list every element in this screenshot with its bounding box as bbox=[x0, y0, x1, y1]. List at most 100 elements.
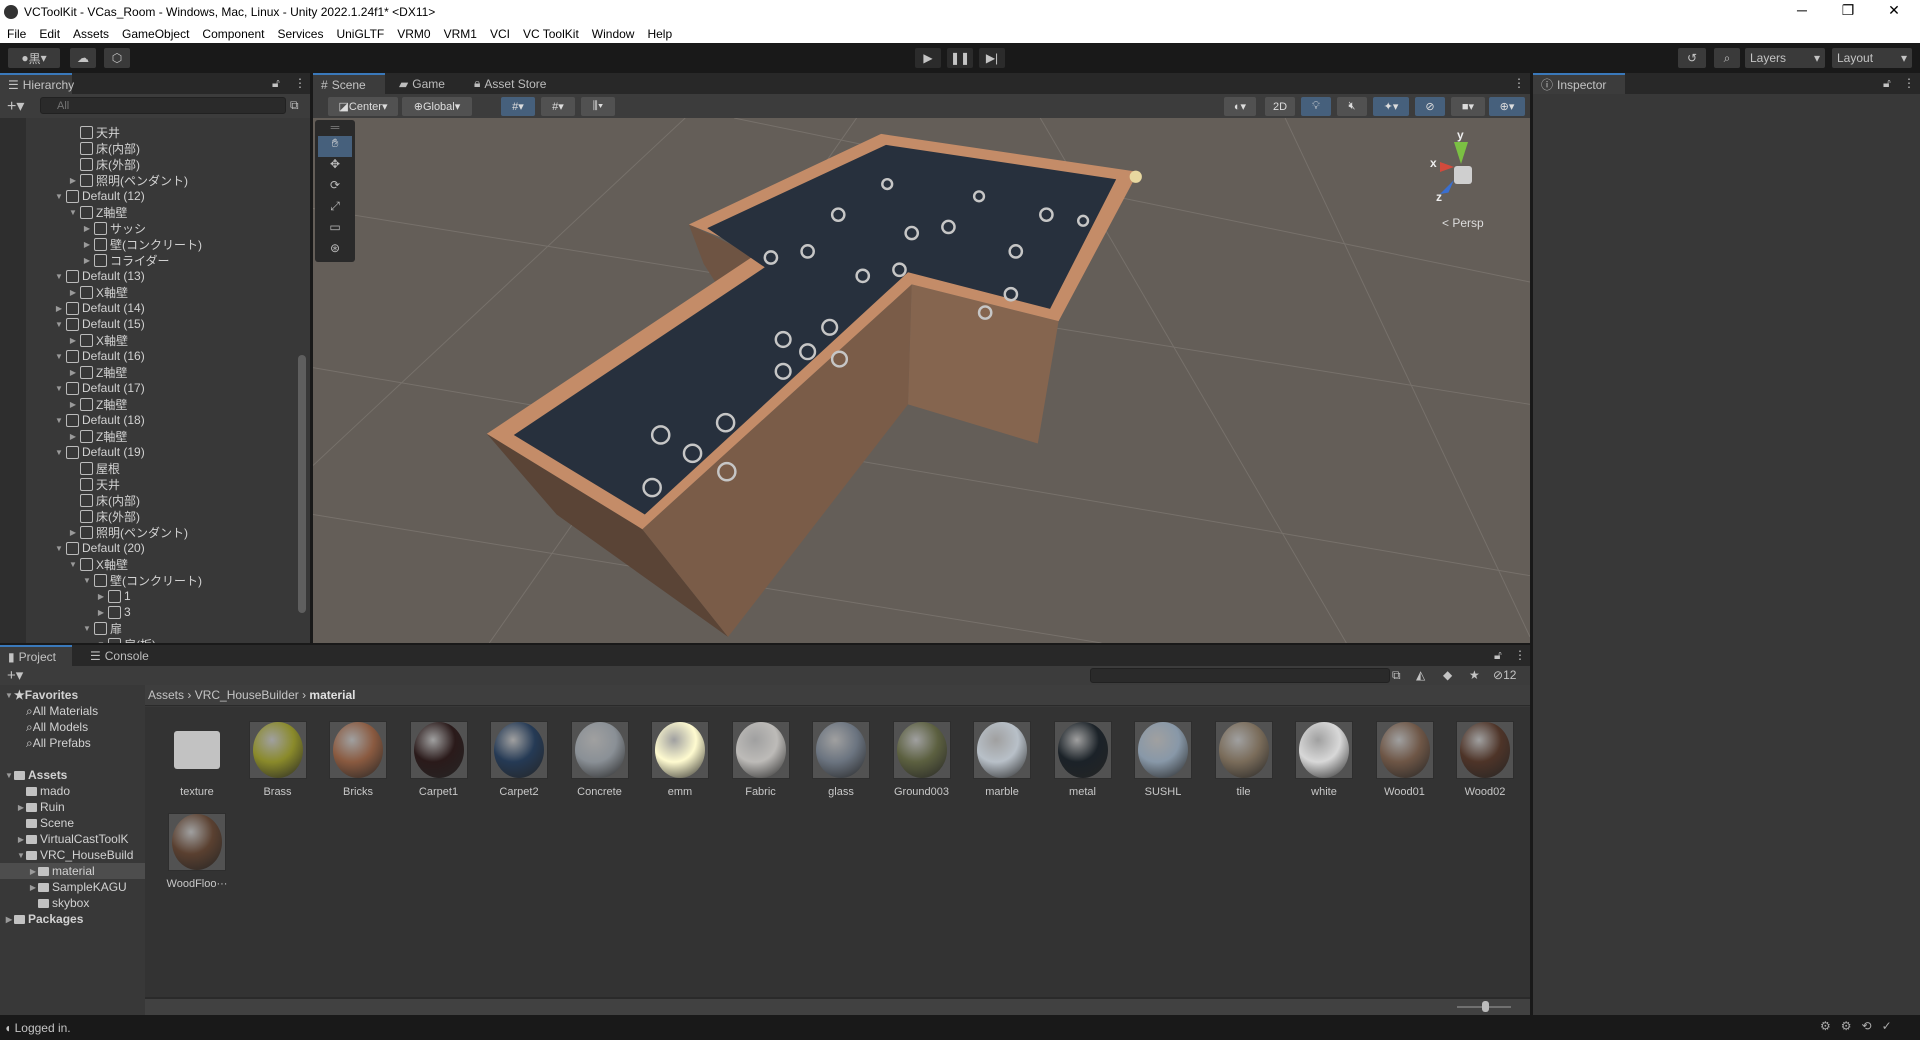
menu-services[interactable]: Services bbox=[277, 27, 323, 41]
effects-toggle-icon[interactable]: ✦▾ bbox=[1373, 97, 1409, 116]
more-icon[interactable]: ⋮ bbox=[1903, 76, 1915, 90]
tree-arrow-icon[interactable]: ▶ bbox=[16, 835, 26, 844]
search-icon[interactable]: ⌕ bbox=[1714, 48, 1740, 68]
hierarchy-item[interactable]: 床(外部) bbox=[68, 508, 140, 524]
project-search-input[interactable] bbox=[1090, 668, 1390, 683]
tab-asset-store[interactable]: 🔒︎ Asset Store bbox=[466, 73, 554, 94]
hidden-packages-toggle[interactable]: ⊘12 bbox=[1493, 668, 1516, 682]
hierarchy-item[interactable]: ▶ Z軸壁 bbox=[68, 364, 127, 380]
collapse-arrow-icon[interactable]: ▶ bbox=[68, 400, 78, 409]
hierarchy-item[interactable]: ▼ 扉 bbox=[82, 620, 122, 636]
hierarchy-item[interactable]: ▼ Default (13) bbox=[54, 268, 145, 284]
expand-arrow-icon[interactable]: ▼ bbox=[68, 208, 78, 217]
hierarchy-item[interactable]: ▶ X軸壁 bbox=[68, 332, 128, 348]
expand-arrow-icon[interactable]: ▼ bbox=[54, 544, 64, 553]
collapse-arrow-icon[interactable]: ▶ bbox=[96, 608, 106, 617]
collapse-arrow-icon[interactable]: ▶ bbox=[82, 224, 92, 233]
account-dropdown[interactable]: ● 黒 ▾ bbox=[8, 48, 60, 68]
create-button[interactable]: +▾ bbox=[7, 666, 23, 684]
hierarchy-item[interactable]: ▼ Default (17) bbox=[54, 380, 145, 396]
restore-button[interactable]: ❐ bbox=[1828, 2, 1868, 19]
menu-help[interactable]: Help bbox=[647, 27, 672, 41]
asset-item[interactable]: Fabric bbox=[721, 721, 801, 798]
play-button[interactable]: ▶ bbox=[915, 48, 941, 68]
asset-item[interactable]: tile bbox=[1204, 721, 1284, 798]
tab-game[interactable]: ▰ Game bbox=[391, 73, 453, 94]
collapse-arrow-icon[interactable]: ▶ bbox=[82, 240, 92, 249]
menu-component[interactable]: Component bbox=[202, 27, 264, 41]
status-icons[interactable]: ⚙⚙⟲✓ bbox=[1820, 1019, 1902, 1033]
project-tree-item[interactable]: Scene bbox=[0, 815, 145, 831]
pause-button[interactable]: ❚❚ bbox=[947, 48, 973, 68]
hierarchy-item[interactable]: ▼ 壁(コンクリート) bbox=[82, 572, 202, 588]
menu-assets[interactable]: Assets bbox=[73, 27, 109, 41]
hierarchy-search-input[interactable] bbox=[40, 97, 286, 114]
menu-gameobject[interactable]: GameObject bbox=[122, 27, 189, 41]
close-button[interactable]: ✕ bbox=[1874, 2, 1914, 19]
asset-item[interactable]: Carpet2 bbox=[479, 721, 559, 798]
asset-item[interactable]: Bricks bbox=[318, 721, 398, 798]
asset-item[interactable]: marble bbox=[962, 721, 1042, 798]
hierarchy-item[interactable]: ▼ X軸壁 bbox=[68, 556, 128, 572]
hierarchy-item[interactable]: ▶ 1 bbox=[96, 588, 131, 604]
tree-arrow-icon[interactable]: ▶ bbox=[16, 803, 26, 812]
menu-file[interactable]: File bbox=[7, 27, 26, 41]
projection-label[interactable]: < Persp bbox=[1442, 216, 1484, 230]
expand-arrow-icon[interactable]: ▼ bbox=[54, 352, 64, 361]
transform-tool-icon[interactable]: ⊛ bbox=[315, 241, 355, 262]
asset-item[interactable]: glass bbox=[801, 721, 881, 798]
breadcrumb-material[interactable]: material bbox=[309, 688, 355, 702]
collab-icon[interactable]: ⬡ bbox=[104, 48, 130, 68]
collapse-arrow-icon[interactable]: ▶ bbox=[68, 288, 78, 297]
collapse-arrow-icon[interactable]: ▶ bbox=[68, 176, 78, 185]
audio-toggle-icon[interactable]: 🔇︎ bbox=[1337, 97, 1367, 116]
project-tree-item[interactable]: ▶ Packages bbox=[0, 911, 145, 927]
hierarchy-item[interactable]: 天井 bbox=[68, 124, 120, 140]
expand-arrow-icon[interactable]: ▼ bbox=[82, 624, 92, 633]
hierarchy-item[interactable]: ▼ Default (12) bbox=[54, 188, 145, 204]
expand-arrow-icon[interactable]: ▼ bbox=[54, 416, 64, 425]
hierarchy-item[interactable]: ▼ Default (16) bbox=[54, 348, 145, 364]
project-tree-item[interactable]: ⌕ All Materials bbox=[0, 703, 145, 719]
hierarchy-item[interactable]: ▶ 照明(ペンダント) bbox=[68, 524, 188, 540]
increment-snap-button[interactable]: #▾ bbox=[541, 97, 575, 116]
hierarchy-item[interactable]: ▶ コライダー bbox=[82, 252, 170, 268]
expand-arrow-icon[interactable]: ▼ bbox=[54, 320, 64, 329]
asset-item[interactable]: Ground003 bbox=[882, 721, 962, 798]
layout-dropdown[interactable]: Layout ▾ bbox=[1832, 48, 1912, 68]
history-icon[interactable]: ↺ bbox=[1678, 48, 1706, 68]
menu-window[interactable]: Window bbox=[592, 27, 635, 41]
hierarchy-item[interactable]: ▶ 壁(コンクリート) bbox=[82, 236, 202, 252]
hierarchy-item[interactable]: ▶ 照明(ペンダント) bbox=[68, 172, 188, 188]
project-tree-item[interactable]: ▶ VirtualCastToolK bbox=[0, 831, 145, 847]
tree-arrow-icon[interactable]: ▶ bbox=[28, 883, 38, 892]
project-tree-item[interactable]: ▶ Ruin bbox=[0, 799, 145, 815]
hierarchy-item[interactable]: 床(内部) bbox=[68, 140, 140, 156]
expand-arrow-icon[interactable]: ▼ bbox=[82, 576, 92, 585]
2d-toggle[interactable]: 2D bbox=[1265, 97, 1295, 116]
hierarchy-scrollbar[interactable] bbox=[298, 123, 306, 638]
scale-tool-icon[interactable]: ⤢ bbox=[315, 199, 355, 220]
hierarchy-item[interactable]: ▶ Z軸壁 bbox=[68, 428, 127, 444]
menu-vrm1[interactable]: VRM1 bbox=[444, 27, 477, 41]
collapse-arrow-icon[interactable]: ▶ bbox=[68, 528, 78, 537]
project-tree-item[interactable]: ⌕ All Models bbox=[0, 719, 145, 735]
more-icon[interactable]: ⋮ bbox=[294, 76, 306, 90]
cloud-icon[interactable]: ☁ bbox=[70, 48, 96, 68]
tab-inspector[interactable]: ⓘ Inspector bbox=[1533, 73, 1625, 94]
tab-console[interactable]: ☰ Console bbox=[82, 645, 157, 666]
overlay-handle[interactable]: ═ bbox=[315, 120, 355, 136]
more-icon[interactable]: ⋮ bbox=[1513, 76, 1525, 90]
tab-scene[interactable]: # Scene bbox=[313, 73, 385, 94]
tree-arrow-icon[interactable]: ▶ bbox=[28, 867, 38, 876]
project-tree-item[interactable]: mado bbox=[0, 783, 145, 799]
project-tree-item[interactable]: ▼ ★ Favorites bbox=[0, 687, 145, 703]
tree-arrow-icon[interactable]: ▶ bbox=[4, 915, 14, 924]
expand-arrow-icon[interactable]: ▼ bbox=[54, 192, 64, 201]
hierarchy-item[interactable]: ▶ サッシ bbox=[82, 220, 146, 236]
hierarchy-item[interactable]: ▶ Z軸壁 bbox=[68, 396, 127, 412]
project-tree-item[interactable]: ⌕ All Prefabs bbox=[0, 735, 145, 751]
pivot-dropdown[interactable]: ◪ Center ▾ bbox=[328, 97, 398, 116]
lighting-toggle-icon[interactable]: 💡︎ bbox=[1301, 97, 1331, 116]
hierarchy-item[interactable]: ▼ Default (18) bbox=[54, 412, 145, 428]
